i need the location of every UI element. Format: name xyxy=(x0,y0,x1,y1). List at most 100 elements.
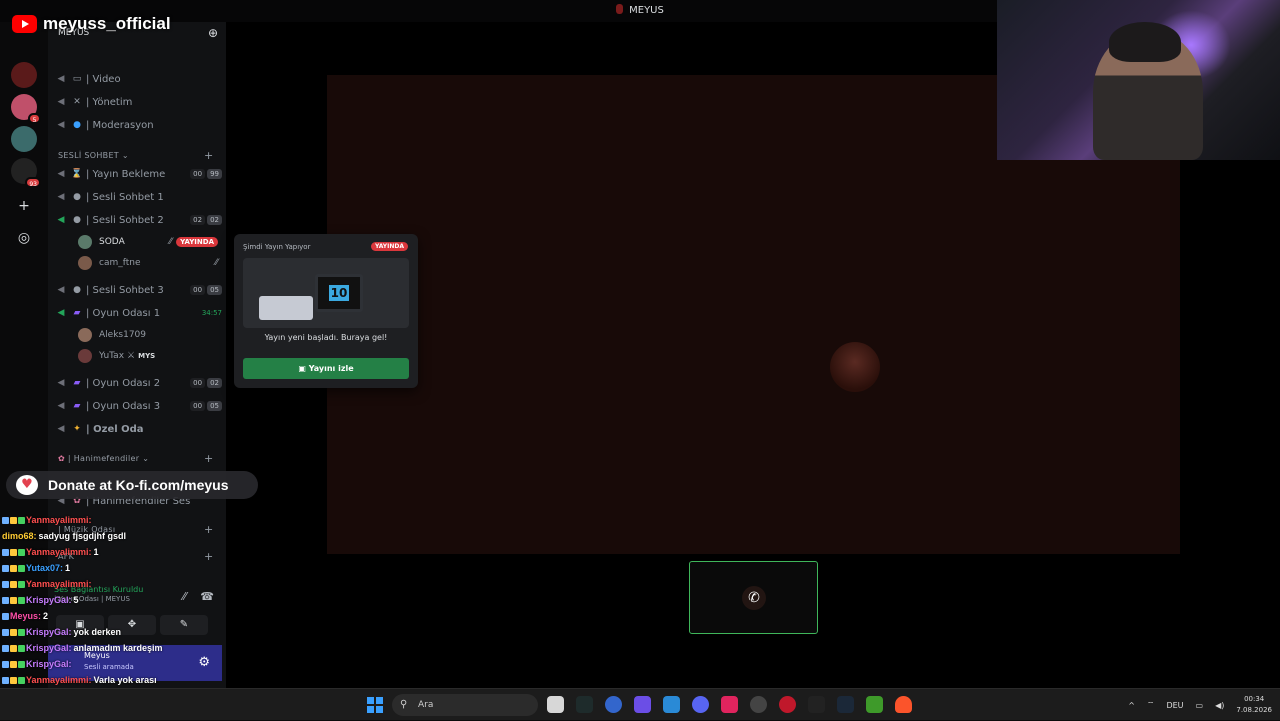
browser-icon[interactable] xyxy=(663,696,680,713)
channel-label: | Yayın Bekleme xyxy=(86,168,166,180)
youtube-channel-name: meyuss_official xyxy=(43,14,171,33)
gamepad-icon: ▰ xyxy=(73,378,81,388)
channel-oyun-odasi-3[interactable]: ◀ ▰ | Oyun Odası 3 00 05 xyxy=(54,396,222,416)
call-timer: 34:57 xyxy=(201,309,222,317)
self-video-tile[interactable]: ✆ xyxy=(689,561,818,634)
network-icon[interactable]: ⌔ xyxy=(1147,700,1155,710)
server-badge: 5 xyxy=(28,113,41,124)
chat-message: Yanmayalimmi: xyxy=(2,512,224,528)
add-channel-icon[interactable]: + xyxy=(204,149,214,162)
voice-user-cam-ftne[interactable]: cam_ftne ⁄⁄ xyxy=(78,254,218,272)
user-limit: 05 xyxy=(207,401,222,411)
avatar xyxy=(78,235,92,249)
server-meyus[interactable] xyxy=(11,62,37,88)
speaker-icon: ◀ xyxy=(57,308,65,318)
chevron-up-icon[interactable]: ^ xyxy=(1128,701,1135,710)
channel-oyun-odasi-1[interactable]: ◀ ▰ | Oyun Odası 1 34:57 xyxy=(54,303,222,323)
channel-sesli-sohbet-3[interactable]: ◀ ● | Sesli Sohbet 3 00 05 xyxy=(54,280,222,300)
chat-message: KrispyGal: xyxy=(2,656,224,672)
chat-badge-icon xyxy=(18,676,25,684)
channel-label: | Oyun Odası 2 xyxy=(86,377,161,389)
language-indicator[interactable]: DEU xyxy=(1166,701,1183,710)
user-count: 02 xyxy=(190,215,206,225)
display-icon[interactable]: ▭ xyxy=(1196,701,1204,710)
section-label: | Hanimefendiler xyxy=(67,454,140,463)
xbox-icon[interactable] xyxy=(866,696,883,713)
chat-badge-icon xyxy=(2,628,9,636)
chat-badge-icon xyxy=(10,660,17,668)
channel-label: | Video xyxy=(86,73,121,85)
chat-message: KrispyGal: 5 xyxy=(2,592,224,608)
chat-message: Yanmayalimmi: xyxy=(2,576,224,592)
section-hanimefendiler[interactable]: ✿ | Hanimefendiler ⌄ + xyxy=(58,452,213,465)
channel-label: | Oyun Odası 3 xyxy=(86,400,161,412)
chat-nick: KrispyGal: xyxy=(26,595,72,605)
chat-badge-icon xyxy=(10,548,17,556)
monitor-illustration: 10 xyxy=(315,274,363,312)
epic-games-icon[interactable] xyxy=(808,696,825,713)
channel-sesli-sohbet-2[interactable]: ◀ ● | Sesli Sohbet 2 02 02 xyxy=(54,210,222,230)
server-badge: 93 xyxy=(25,177,41,188)
chat-text: Varla yok arası xyxy=(93,675,157,685)
watch-stream-button[interactable]: ▣ Yayını izle xyxy=(243,358,409,379)
channel-moderasyon[interactable]: ◀ ● | Moderasyon xyxy=(54,115,222,135)
grid-app-icon[interactable] xyxy=(634,696,651,713)
voice-user-aleks[interactable]: Aleks1709 xyxy=(78,326,218,344)
chat-nick: Yanmayalimmi: xyxy=(26,675,92,685)
desk-illustration xyxy=(259,296,313,320)
speaker-icon: ◀ xyxy=(57,74,65,84)
taskbar-search[interactable]: ⚲ Ara xyxy=(392,694,538,716)
app-icon[interactable] xyxy=(605,696,622,713)
section-sesli-sohbet[interactable]: SESLİ SOHBET ⌄ + xyxy=(58,149,213,162)
chat-message: Yanmayalimmi: Varla yok arası xyxy=(2,672,224,688)
terminal-icon[interactable] xyxy=(576,696,593,713)
add-member-icon[interactable]: ⊕ xyxy=(208,26,218,40)
channel-video[interactable]: ◀ ▭ | Video xyxy=(54,69,222,89)
section-label: SESLİ SOHBET xyxy=(58,151,119,160)
chat-badge-icon xyxy=(18,580,25,588)
sparkle-icon: ✦ xyxy=(73,424,81,434)
media-icon[interactable] xyxy=(779,696,796,713)
channel-oyun-odasi-2[interactable]: ◀ ▰ | Oyun Odası 2 00 02 xyxy=(54,373,222,393)
chat-badge-icon xyxy=(10,596,17,604)
chat-badge-icon xyxy=(18,660,25,668)
user-count: 00 xyxy=(190,169,206,179)
voice-user-soda[interactable]: SODA ⁄⁄ YAYINDA xyxy=(78,233,218,251)
discord-icon[interactable] xyxy=(692,696,709,713)
stream-illustration: 10 xyxy=(243,258,409,328)
voice-user-yutax[interactable]: YuTax ⚔ MYS xyxy=(78,347,218,365)
user-limit: 05 xyxy=(207,285,222,295)
channel-sesli-sohbet-1[interactable]: ◀ ● | Sesli Sohbet 1 xyxy=(54,187,222,207)
clock-time: 00:34 xyxy=(1244,695,1265,703)
steam-icon[interactable] xyxy=(837,696,854,713)
add-server-icon[interactable]: + xyxy=(13,195,35,217)
chat-badge-icon xyxy=(18,628,25,636)
chat-message: Yutax07: 1 xyxy=(2,560,224,576)
search-icon: ⚲ xyxy=(400,699,408,710)
volume-icon[interactable]: ◀) xyxy=(1215,701,1224,710)
file-explorer-icon[interactable] xyxy=(547,696,564,713)
start-button[interactable] xyxy=(367,697,383,713)
explore-icon[interactable]: ◎ xyxy=(13,227,35,249)
phone-icon: ✆ xyxy=(742,586,766,610)
user-count: 00 xyxy=(190,401,206,411)
channel-label: | Sesli Sohbet 3 xyxy=(86,284,164,296)
tiktok-icon[interactable] xyxy=(721,696,738,713)
channel-ozel-oda[interactable]: ◀ ✦ | Özel Oda xyxy=(54,419,222,439)
obs-icon[interactable] xyxy=(750,696,767,713)
brave-icon[interactable] xyxy=(895,696,912,713)
chat-badge-icon xyxy=(2,564,9,572)
clock[interactable]: 00:34 7.08.2026 xyxy=(1236,694,1272,716)
speaker-icon: ◀ xyxy=(57,169,65,179)
server-2[interactable]: 5 xyxy=(11,94,41,124)
server-folder[interactable]: 93 xyxy=(11,158,41,188)
system-tray: ^ ⌔ DEU ▭ ◀) 00:34 7.08.2026 xyxy=(1128,689,1272,721)
channel-yayin-bekleme[interactable]: ◀ ⌛ | Yayın Bekleme 00 99 xyxy=(54,164,222,184)
window-title: MEYUS xyxy=(629,5,664,16)
channel-yonetim[interactable]: ◀ ✕ | Yönetim xyxy=(54,92,222,112)
add-channel-icon[interactable]: + xyxy=(204,452,214,465)
chat-text: 5 xyxy=(73,595,79,605)
video-icon: ▭ xyxy=(72,74,82,84)
server-3[interactable] xyxy=(11,126,37,152)
user-tag: MYS xyxy=(138,352,156,360)
